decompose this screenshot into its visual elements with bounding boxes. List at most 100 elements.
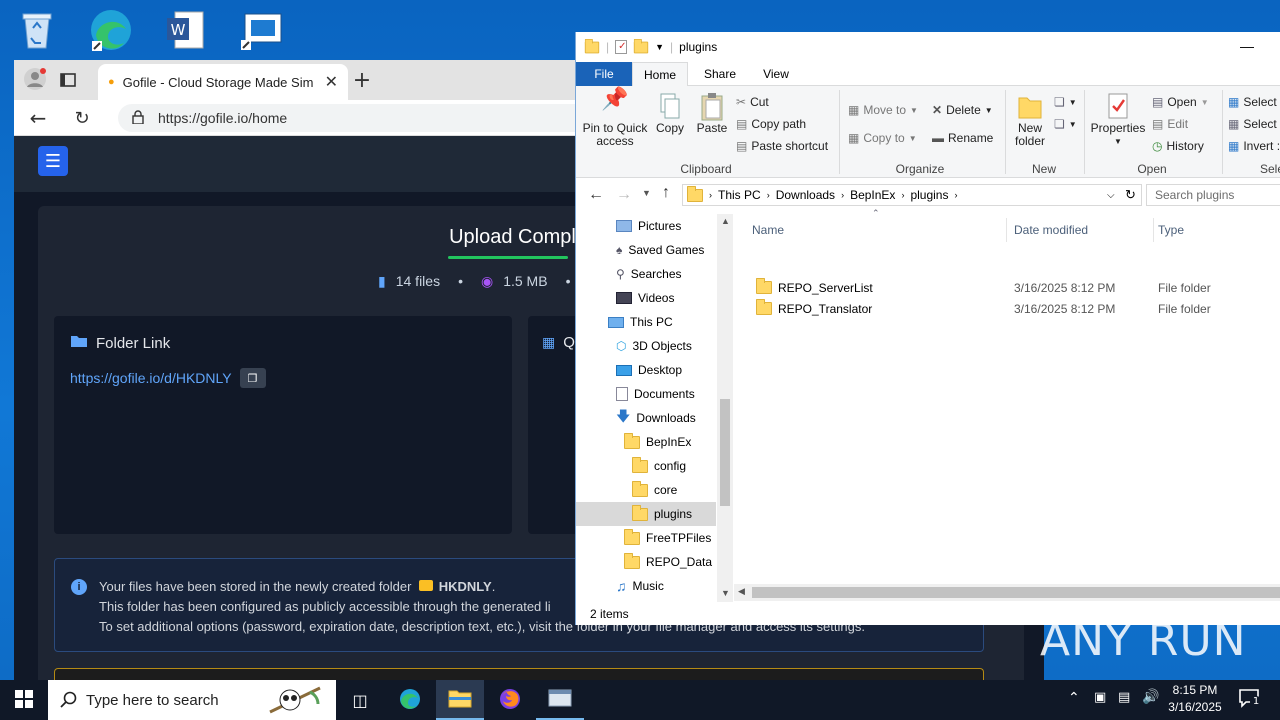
nav-item-config[interactable]: config (632, 454, 686, 478)
search-plugins-input[interactable]: Search plugins (1146, 184, 1280, 206)
history-button[interactable]: ◷ History (1152, 136, 1204, 156)
tab-home[interactable]: Home (632, 62, 688, 86)
notification-center-button[interactable]: 1 (1238, 688, 1262, 712)
cut-button[interactable]: ✂ Cut (736, 92, 769, 112)
chevron-down-icon: ▼ (1114, 137, 1122, 146)
edit-button[interactable]: ▤ Edit (1152, 114, 1188, 134)
properties-button[interactable]: Properties ▼ (1090, 92, 1146, 148)
show-hidden-icons[interactable]: ⌃ (1068, 690, 1080, 706)
nav-item-saved-games[interactable]: ♠ Saved Games (616, 238, 704, 262)
select-all-button[interactable]: ▦ Select (1228, 92, 1277, 112)
nav-item-core[interactable]: core (632, 478, 677, 502)
copy-path-button[interactable]: ▤ Copy path (736, 114, 806, 134)
paste-shortcut-button[interactable]: ▤ Paste shortcut (736, 136, 828, 156)
folder-link-url[interactable]: https://gofile.io/d/HKDNLY (70, 370, 232, 386)
tab-gofile[interactable]: ● Gofile - Cloud Storage Made Sim ✕ (98, 64, 348, 100)
refresh-icon[interactable]: ↻ (1125, 187, 1136, 203)
column-name[interactable]: Name (752, 218, 1007, 242)
scroll-up-icon[interactable]: ▲ (721, 216, 730, 226)
volume-icon[interactable]: 🔊 (1142, 689, 1159, 705)
app-shortcut-icon[interactable] (236, 6, 286, 54)
invert-selection-button[interactable]: ▦ Invert : (1228, 136, 1280, 156)
nav-item-pictures[interactable]: Pictures (616, 214, 681, 238)
menu-button[interactable]: ☰ (38, 146, 68, 176)
taskbar-firefox[interactable] (486, 680, 534, 720)
new-tab-icon[interactable]: + (348, 66, 376, 94)
nav-item-plugins[interactable]: plugins (576, 502, 716, 526)
qat-dropdown-icon[interactable]: ▼ (655, 42, 664, 52)
nav-scroll-thumb[interactable] (720, 399, 730, 506)
scroll-left-icon[interactable]: ◀ (738, 586, 745, 597)
recent-locations-icon[interactable]: ▼ (642, 188, 651, 198)
back-icon[interactable]: ← (26, 106, 50, 130)
paste-button[interactable]: Paste (692, 92, 732, 135)
nav-item-repo-data[interactable]: REPO_Data (624, 550, 712, 574)
crumb-chevron-icon: › (709, 190, 712, 200)
column-type[interactable]: Type (1158, 218, 1278, 242)
group-open: Open (1137, 162, 1167, 176)
copy-link-button[interactable]: ❐ (239, 368, 266, 388)
security-icon[interactable]: ▣ (1094, 690, 1106, 705)
edge-shortcut-icon[interactable] (86, 6, 136, 54)
horizontal-scrollbar[interactable]: ◀ (734, 584, 1280, 601)
nav-item-this-pc[interactable]: This PC (608, 310, 673, 334)
taskbar-file-explorer[interactable] (436, 680, 484, 720)
forward-arrow-icon[interactable]: → (616, 186, 632, 204)
select-none-button[interactable]: ▦ Select (1228, 114, 1277, 134)
folder-link-heading: Folder Link (70, 334, 170, 352)
open-button[interactable]: ▤ Open ▼ (1152, 92, 1209, 112)
reload-icon[interactable]: ↻ (70, 106, 94, 130)
pin-to-quick-access-button[interactable]: 📌 Pin to Quick access (582, 88, 648, 148)
nav-item-music[interactable]: ♫ Music (616, 574, 664, 598)
close-tab-icon[interactable]: ✕ (325, 72, 338, 92)
easy-access-button[interactable]: ❏ ▼ (1054, 114, 1077, 134)
back-arrow-icon[interactable]: ← (588, 186, 604, 204)
nav-item-freetpfiles[interactable]: FreeTPFiles (624, 526, 711, 550)
nav-item-searches[interactable]: ⚲ Searches (616, 262, 682, 286)
copy-button[interactable]: Copy (652, 92, 688, 135)
recycle-bin-icon[interactable] (12, 6, 62, 54)
profile-icon[interactable] (22, 66, 48, 92)
nav-item-videos[interactable]: Videos (616, 286, 674, 310)
breadcrumb[interactable]: › This PC › Downloads › BepInEx › plugin… (682, 184, 1142, 206)
crumb-plugins[interactable]: plugins (910, 188, 948, 202)
rename-button[interactable]: ▬ Rename (932, 128, 993, 148)
crumb-bepinex[interactable]: BepInEx (850, 188, 895, 202)
scroll-down-icon[interactable]: ▼ (721, 588, 730, 598)
move-to-button[interactable]: ▦ Move to ▼ (848, 100, 918, 120)
address-dropdown-icon[interactable]: ⌵ (1107, 190, 1115, 201)
word-shortcut-icon[interactable]: W (160, 6, 210, 54)
nav-item-downloads[interactable]: 🡇 Downloads (616, 406, 696, 430)
table-row[interactable]: REPO_Translator 3/16/2025 8:12 PM File f… (756, 298, 1276, 319)
nav-item-desktop[interactable]: Desktop (616, 358, 682, 382)
tab-view[interactable]: View (748, 62, 804, 86)
taskbar-app[interactable] (536, 680, 584, 720)
minimize-icon[interactable]: — (1240, 38, 1254, 54)
tab-file[interactable]: File (576, 62, 632, 86)
network-icon[interactable]: ▤ (1118, 690, 1130, 705)
up-arrow-icon[interactable]: ↑ (662, 184, 670, 202)
new-item-button[interactable]: ❏ ▼ (1054, 92, 1077, 112)
tab-share[interactable]: Share (692, 62, 748, 86)
crumb-this-pc[interactable]: This PC (718, 188, 761, 202)
chevron-down-icon: ▼ (1068, 97, 1077, 107)
nav-scrollbar[interactable]: ▲ ▼ (717, 214, 733, 602)
taskbar-edge[interactable] (386, 680, 434, 720)
new-folder-qat-icon[interactable] (633, 38, 649, 53)
properties-qat-icon[interactable]: ✓ (615, 40, 628, 54)
delete-button[interactable]: ✕ Delete ▼ (932, 100, 993, 120)
task-view-button[interactable]: ◫ (336, 680, 384, 720)
start-button[interactable] (0, 680, 48, 720)
crumb-downloads[interactable]: Downloads (776, 188, 835, 202)
nav-item-bepinex[interactable]: BepInEx (624, 430, 691, 454)
column-date-modified[interactable]: Date modified (1014, 218, 1154, 242)
system-clock[interactable]: 8:15 PM 3/16/2025 (1160, 682, 1230, 718)
taskbar-search-input[interactable]: Type here to search (48, 680, 336, 720)
nav-item-3d-objects[interactable]: ⬡ 3D Objects (616, 334, 692, 358)
table-row[interactable]: REPO_ServerList 3/16/2025 8:12 PM File f… (756, 277, 1276, 298)
new-folder-button[interactable]: New folder (1008, 92, 1052, 148)
nav-item-documents[interactable]: Documents (616, 382, 695, 406)
copy-to-button[interactable]: ▦ Copy to ▼ (848, 128, 917, 148)
tab-actions-icon[interactable] (58, 70, 78, 90)
h-scroll-thumb[interactable] (752, 587, 1280, 598)
